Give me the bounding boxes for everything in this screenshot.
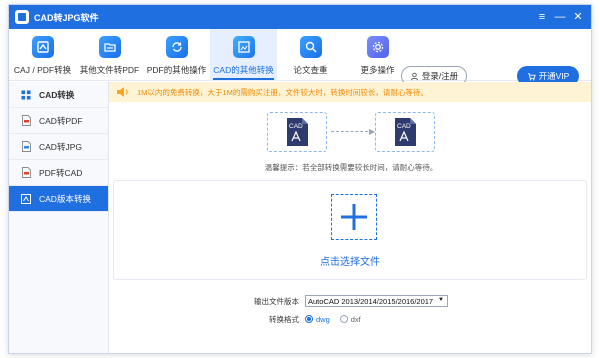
- file-drop-zone[interactable]: 点击选择文件: [113, 180, 587, 280]
- radio-checked-icon: [305, 315, 313, 323]
- plus-icon: [341, 204, 367, 230]
- version-select-value: AutoCAD 2013/2014/2015/2016/2017: [308, 296, 434, 306]
- target-file-box: CAD: [375, 112, 435, 152]
- source-file-box: CAD: [267, 112, 327, 152]
- chevron-down-icon: ▼: [438, 297, 444, 303]
- source-badge: CAD: [289, 123, 303, 130]
- version-select[interactable]: AutoCAD 2013/2014/2015/2016/2017 ▼: [305, 295, 448, 307]
- tool-other-to-pdf-label: 其他文件转PDF: [79, 65, 140, 75]
- login-register-label: 登录/注册: [421, 71, 459, 81]
- target-badge: CAD: [397, 123, 411, 130]
- sidebar-item-label: CAD转JPG: [39, 141, 82, 152]
- tool-cad-other[interactable]: CAD的其他转换: [210, 29, 277, 81]
- sidebar-item-cad-to-pdf[interactable]: CAD转PDF: [9, 108, 108, 134]
- sidebar-item-cad-version[interactable]: CAD版本转换: [9, 186, 108, 212]
- cart-icon: [527, 72, 536, 80]
- format-label: 转换格式: [269, 314, 299, 324]
- sidebar: CAD转换 CAD转PDF CAD转JPG PDF转CAD CAD版本转换: [9, 82, 109, 353]
- format-option-label: dwg: [316, 314, 330, 324]
- output-options: 输出文件版本 AutoCAD 2013/2014/2015/2016/2017 …: [109, 294, 591, 326]
- add-file-button[interactable]: [331, 194, 377, 240]
- tool-pdf-other-label: PDF的其他操作: [146, 65, 207, 75]
- main-panel: 1M以内的免费转换，大于1M的需购买注册，文件较大时，转换时间较长，请耐心等待。…: [109, 82, 591, 353]
- format-radio-dxf[interactable]: dxf: [339, 314, 361, 324]
- pdf-file-icon: [21, 115, 31, 126]
- sidebar-item-cad-to-jpg[interactable]: CAD转JPG: [9, 134, 108, 160]
- notice-bar: 1M以内的免费转换，大于1M的需购买注册，文件较大时，转换时间较长，请耐心等待。: [109, 82, 591, 102]
- app-title: CAD转JPG软件: [34, 12, 99, 23]
- gear-icon: [366, 36, 389, 58]
- app-logo-icon: [15, 10, 29, 24]
- main-toolbar: CAJ / PDF转换 其他文件转PDF PDF的其他操作 CAD的其他转换 论…: [9, 29, 591, 86]
- user-icon: [410, 72, 418, 80]
- sidebar-item-cad-convert[interactable]: CAD转换: [9, 82, 108, 108]
- cad-file-source-icon: CAD: [287, 118, 308, 146]
- tool-pdf-other[interactable]: PDF的其他操作: [143, 29, 210, 81]
- conversion-diagram: CAD ▶ CAD: [109, 112, 591, 156]
- caj-pdf-icon: [31, 36, 54, 58]
- sidebar-item-label: PDF转CAD: [39, 167, 83, 178]
- app-window: CAD转JPG软件 ≡ — ✕ CAJ / PDF转换 其他文件转PDF PDF…: [8, 4, 592, 354]
- notice-text: 1M以内的免费转换，大于1M的需购买注册，文件较大时，转换时间较长，请耐心等待。: [137, 87, 428, 97]
- select-file-label[interactable]: 点击选择文件: [114, 253, 586, 268]
- cad-file-target-icon: CAD: [395, 118, 416, 146]
- tool-caj-pdf-label: CAJ / PDF转换: [13, 65, 72, 75]
- folder-icon: [98, 36, 121, 58]
- image-frame-icon: [232, 36, 255, 58]
- window-controls: ≡ — ✕: [533, 5, 587, 29]
- tool-cad-other-label: CAD的其他转换: [213, 64, 274, 80]
- tool-plagiarism[interactable]: 论文查重: [277, 29, 344, 81]
- format-option-label: dxf: [350, 314, 361, 324]
- vip-label: 开通VIP: [538, 71, 570, 81]
- magnifier-icon: [299, 36, 322, 58]
- tool-more-label: 更多操作: [360, 65, 395, 75]
- tool-caj-pdf[interactable]: CAJ / PDF转换: [9, 29, 76, 81]
- menu-icon[interactable]: ≡: [533, 8, 551, 26]
- sidebar-item-label: CAD转换: [39, 89, 75, 100]
- cad-file-icon: [21, 167, 31, 178]
- tip-text: 温馨提示：若全部转换需要较长时间，请耐心等待。: [264, 163, 438, 172]
- speaker-icon: [117, 87, 128, 97]
- version-icon: [21, 193, 31, 204]
- close-icon[interactable]: ✕: [569, 8, 587, 26]
- version-label: 输出文件版本: [254, 296, 299, 306]
- minimize-icon[interactable]: —: [551, 8, 569, 26]
- title-bar: CAD转JPG软件 ≡ — ✕: [9, 5, 591, 29]
- sidebar-item-label: CAD版本转换: [39, 193, 91, 204]
- format-radio-dwg[interactable]: dwg: [305, 315, 330, 324]
- format-row: 转换格式 dwg dxf: [109, 312, 591, 326]
- refresh-icon: [165, 36, 188, 58]
- arrow-line: [331, 131, 373, 132]
- grid-icon: [21, 89, 31, 100]
- radio-unchecked-icon: [339, 315, 348, 323]
- jpg-file-icon: [21, 141, 31, 152]
- tool-plagiarism-label: 论文查重: [293, 65, 328, 75]
- sidebar-item-label: CAD转PDF: [39, 115, 83, 126]
- version-row: 输出文件版本 AutoCAD 2013/2014/2015/2016/2017 …: [109, 294, 591, 308]
- tool-other-to-pdf[interactable]: 其他文件转PDF: [76, 29, 143, 81]
- sidebar-item-pdf-to-cad[interactable]: PDF转CAD: [9, 160, 108, 186]
